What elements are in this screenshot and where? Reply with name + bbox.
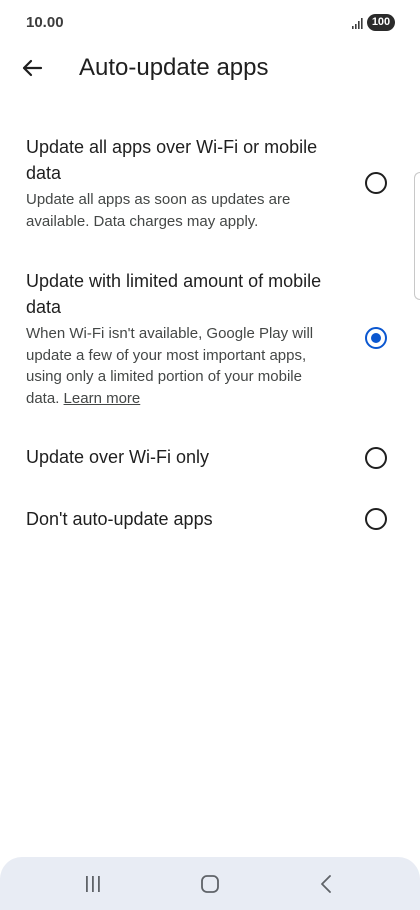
recents-icon — [86, 876, 100, 892]
option-limited-data[interactable]: Update with limited amount of mobile dat… — [0, 266, 420, 416]
option-description: Update all apps as soon as updates are a… — [26, 191, 291, 230]
learn-more-link[interactable]: Learn more — [64, 390, 141, 407]
page-title: Auto-update apps — [79, 54, 269, 81]
radio-no-auto-update[interactable] — [365, 508, 387, 530]
back-icon — [321, 875, 331, 893]
arrow-left-icon — [22, 59, 43, 77]
option-title: Update all apps over Wi-Fi or mobile dat… — [26, 137, 318, 183]
status-bar: 10.00 100 — [0, 0, 420, 46]
radio-wifi-only[interactable] — [365, 447, 387, 469]
app-bar: Auto-update apps — [0, 46, 420, 90]
home-button[interactable] — [195, 869, 225, 899]
navigation-bar — [0, 857, 420, 910]
option-update-all[interactable]: Update all apps over Wi-Fi or mobile dat… — [0, 132, 420, 242]
radio-limited-data[interactable] — [365, 327, 387, 349]
nav-back-button[interactable] — [312, 869, 342, 899]
option-title: Update with limited amount of mobile dat… — [26, 271, 322, 317]
option-title: Don't auto-update apps — [26, 509, 213, 529]
home-icon — [201, 875, 219, 893]
battery-icon: 100 — [367, 14, 395, 31]
option-title: Update over Wi-Fi only — [26, 447, 210, 467]
recents-button[interactable] — [78, 869, 108, 899]
radio-update-all[interactable] — [365, 172, 387, 194]
back-button[interactable] — [16, 52, 48, 84]
option-no-auto-update[interactable]: Don't auto-update apps — [0, 504, 420, 538]
scroll-indicator[interactable] — [414, 172, 420, 300]
signal-icon — [352, 18, 363, 29]
option-wifi-only[interactable]: Update over Wi-Fi only — [0, 442, 420, 476]
option-description: When Wi-Fi isn't available, Google Play … — [26, 323, 326, 409]
status-time: 10.00 — [26, 14, 64, 31]
